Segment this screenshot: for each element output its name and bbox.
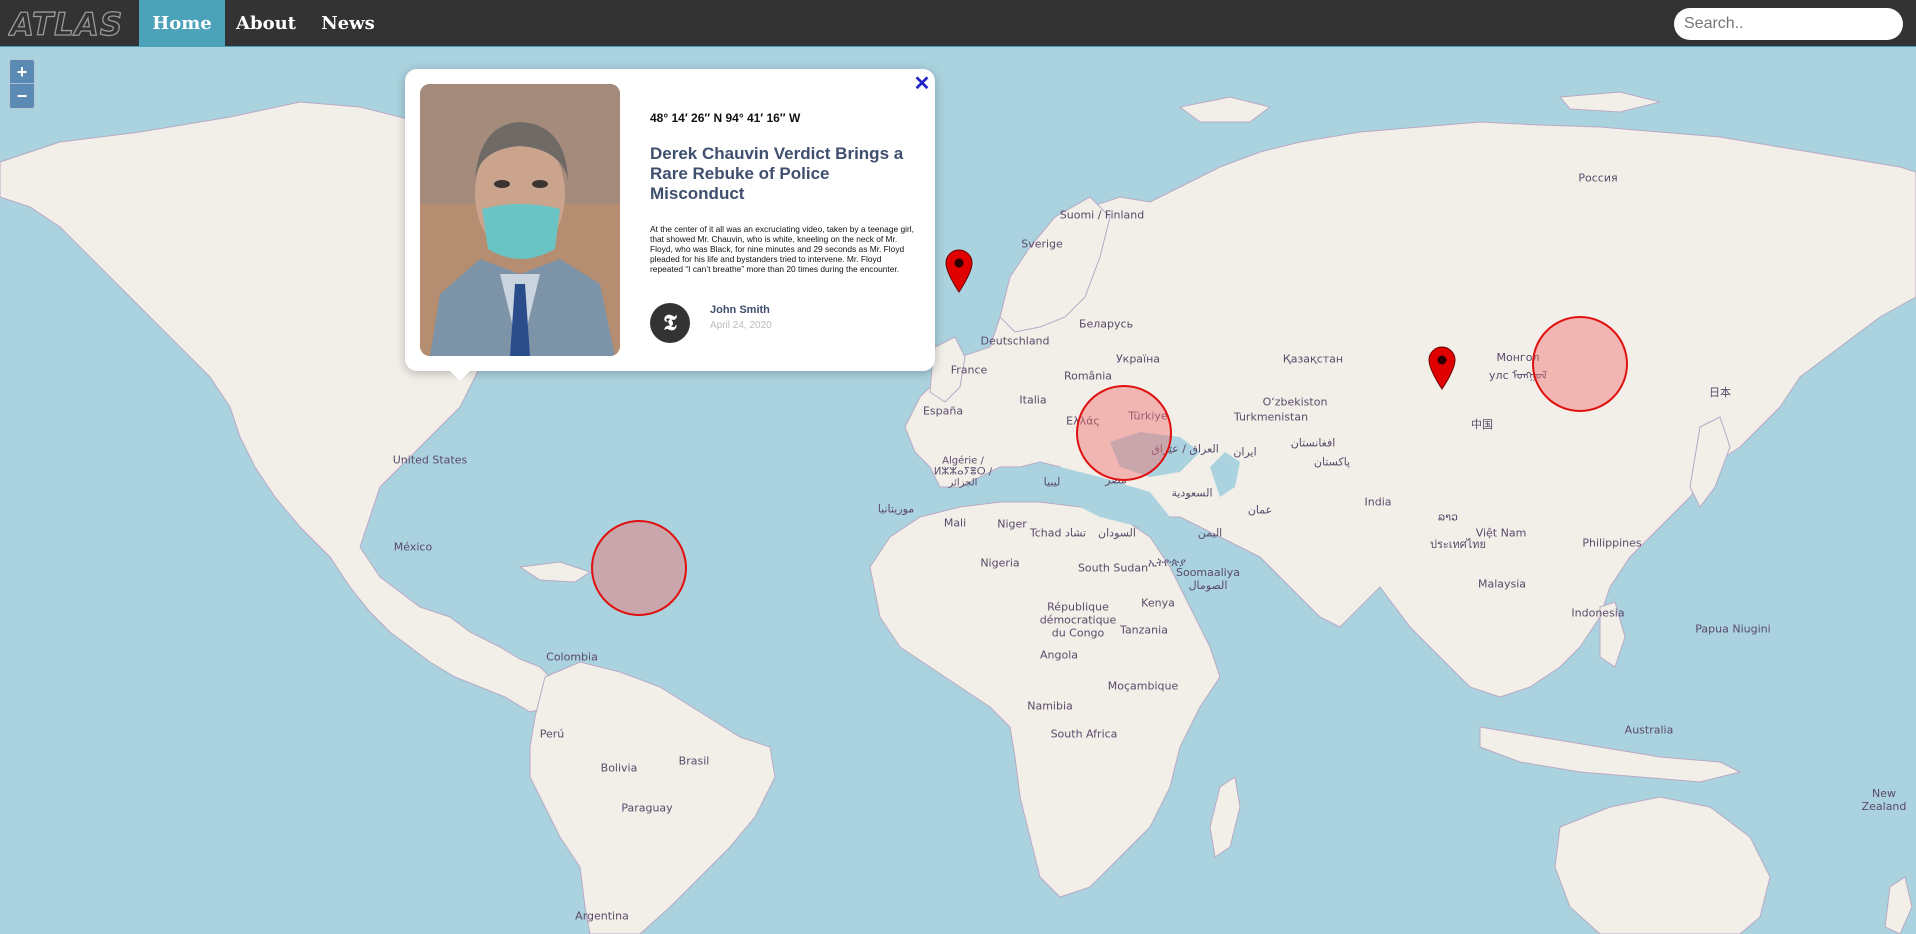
nav-news-link[interactable]: News — [307, 0, 389, 47]
map-label: Soomaaliya الصومال — [1175, 566, 1240, 592]
nav-home-link[interactable]: Home — [139, 0, 225, 47]
zoom-control: + − — [9, 59, 35, 109]
article-title[interactable]: Derek Chauvin Verdict Brings a Rare Rebu… — [650, 144, 920, 204]
map-label: 中国 — [1471, 418, 1493, 431]
popup-tip — [448, 369, 472, 381]
map-label: ليبيا — [1043, 475, 1061, 489]
popup-coordinates: 48° 14′ 26″ N 94° 41′ 16″ W — [650, 111, 801, 125]
map-label: Malaysia — [1477, 577, 1527, 591]
map-label: Tchad تشاد — [1029, 526, 1087, 540]
map-label: Sverige — [1021, 237, 1063, 251]
map-label: Perú — [539, 727, 565, 741]
map-label: Indonesia — [1571, 606, 1625, 620]
map-label: United States — [392, 453, 468, 467]
area-circle-marker[interactable] — [1532, 316, 1628, 412]
map-label: عمان — [1247, 503, 1273, 517]
map-pin-icon — [1428, 346, 1456, 390]
article-date: April 24, 2020 — [710, 320, 772, 331]
map-label: Bolivia — [600, 761, 638, 775]
map-label: España — [922, 404, 964, 418]
map-label: Россия — [1578, 171, 1618, 185]
map-label: Kenya — [1141, 596, 1175, 610]
map-label: Angola — [1039, 648, 1079, 662]
map-label: România — [1063, 369, 1113, 383]
map-label: Україна — [1115, 352, 1161, 366]
area-circle-marker[interactable] — [591, 520, 687, 616]
map-label: پاکستان — [1313, 455, 1351, 469]
map-label: ایران — [1233, 445, 1257, 459]
map-pin-marker[interactable] — [1427, 346, 1457, 390]
map-label: ລາວ — [1437, 510, 1459, 524]
map-label: Brasil — [678, 754, 710, 768]
map-label: Deutschland — [980, 334, 1050, 348]
article-image — [420, 84, 620, 356]
search-input[interactable] — [1674, 8, 1903, 40]
map-label: République démocratique du Congo — [1039, 600, 1117, 640]
map-label: Argentina — [575, 909, 629, 923]
map-pin-icon — [945, 249, 973, 293]
map-label: السودان — [1098, 526, 1136, 540]
map-label: موريتانيا — [877, 502, 915, 516]
article-summary: At the center of it all was an excruciat… — [650, 224, 914, 274]
map-label: Paraguay — [621, 801, 673, 815]
map-label: Mali — [943, 516, 967, 530]
map-label: افغانستان — [1290, 436, 1336, 450]
map-label: Namibia — [1027, 699, 1073, 713]
map-label: 日本 — [1709, 386, 1731, 399]
world-map[interactable]: United States México Colombia Perú Boliv… — [0, 47, 1916, 934]
map-label: Tanzania — [1120, 623, 1168, 637]
map-tiles — [0, 76, 1916, 934]
map-label: France — [950, 363, 988, 377]
map-label: Philippines — [1582, 536, 1642, 550]
map-label: México — [393, 540, 433, 554]
map-pin-marker[interactable] — [944, 249, 974, 293]
top-navbar: ATLAS Home About News — [0, 0, 1916, 47]
close-icon[interactable]: ✕ — [911, 73, 933, 95]
map-label: Moçambique — [1107, 679, 1179, 693]
news-popup: ✕ 48° 14′ 26″ N 94° 41′ 16″ W Derek Chau… — [405, 69, 935, 371]
map-label: Australia — [1624, 723, 1674, 737]
atlas-logo[interactable]: ATLAS — [6, 5, 126, 43]
map-label: South Africa — [1050, 727, 1118, 741]
map-label: O‘zbekiston — [1262, 395, 1328, 409]
map-label: Algérie / ⵍⵣⵣⴰⵢⴻⵔ / الجزائر — [933, 455, 993, 489]
nav-about-link[interactable]: About — [225, 0, 307, 47]
map-label: South Sudan — [1077, 561, 1149, 575]
map-label: Turkmenistan — [1233, 410, 1309, 424]
map-label: Suomi / Finland — [1059, 208, 1145, 222]
map-label: Қазақстан — [1282, 352, 1344, 366]
zoom-in-button[interactable]: + — [10, 60, 34, 84]
source-logo-icon: 𝕿 — [650, 303, 690, 343]
map-label: Беларусь — [1078, 317, 1134, 331]
map-label: Papua Niugini — [1695, 622, 1771, 636]
svg-text:ATLAS: ATLAS — [8, 7, 123, 41]
map-label: New Zealand — [1861, 787, 1907, 813]
map-label: Nigeria — [980, 556, 1020, 570]
area-circle-marker[interactable] — [1076, 385, 1172, 481]
zoom-out-button[interactable]: − — [10, 84, 34, 108]
author-name: John Smith — [710, 304, 770, 316]
map-label: ประเทศไทย — [1429, 538, 1487, 551]
map-label: Niger — [997, 517, 1027, 531]
map-label: اليمن — [1197, 526, 1223, 540]
map-label: السعودية — [1171, 486, 1213, 500]
map-label: Italia — [1019, 393, 1047, 407]
map-label: India — [1364, 495, 1392, 509]
map-label: Colombia — [546, 650, 598, 664]
